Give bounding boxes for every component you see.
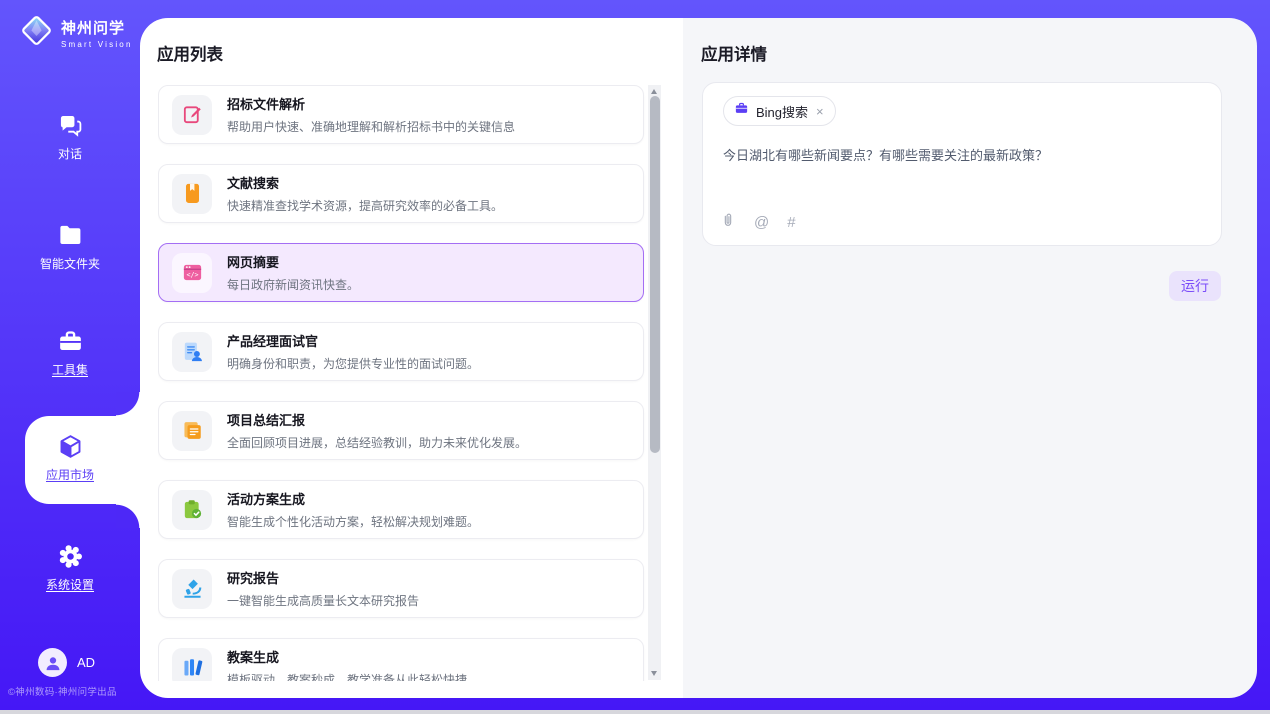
user-badge[interactable]: AD <box>38 648 95 677</box>
sidebar: 神州问学 Smart Vision 对话 智能文件夹 工具集 应用市场 系统设置 <box>0 0 140 710</box>
sidebar-item-label: 工具集 <box>52 361 88 378</box>
app-card-title: 产品经理面试官 <box>227 331 479 350</box>
app-card-description: 全面回顾项目进展，总结经验教训，助力未来优化发展。 <box>227 434 527 451</box>
briefcase-icon <box>734 101 749 121</box>
activity-plan-icon <box>172 490 212 530</box>
main-content: 应用列表 招标文件解析 帮助用户快速、准确地理解和解析招标书中的关键信息 文献搜… <box>140 18 1257 698</box>
app-detail-card: Bing搜索 × 今日湖北有哪些新闻要点？有哪些需要关注的最新政策？ @ # <box>702 82 1222 246</box>
bottom-strip <box>0 710 1270 714</box>
bid-document-icon <box>172 95 212 135</box>
copyright-text: ©神州数码·神州问学出品 <box>8 684 142 698</box>
question-text[interactable]: 今日湖北有哪些新闻要点？有哪些需要关注的最新政策？ <box>723 145 1201 164</box>
app-card-title: 教案生成 <box>227 647 467 666</box>
app-card-description: 明确身份和职责，为您提供专业性的面试问题。 <box>227 355 479 372</box>
tool-chip-bing-search[interactable]: Bing搜索 × <box>723 96 836 126</box>
sidebar-item[interactable]: 对话 <box>0 112 140 162</box>
app-card[interactable]: 项目总结汇报 全面回顾项目进展，总结经验教训，助力未来优化发展。 <box>158 401 644 460</box>
app-list-scrollbar[interactable] <box>648 85 661 680</box>
app-card[interactable]: 教案生成 模板驱动，教案秒成，教学准备从此轻松快捷 <box>158 638 644 681</box>
user-initials: AD <box>77 655 95 670</box>
input-toolbar: @ # <box>720 212 796 233</box>
scroll-down-icon[interactable] <box>651 671 657 676</box>
cube-icon <box>57 433 84 460</box>
sidebar-item[interactable]: 系统设置 <box>0 543 140 593</box>
app-card-description: 帮助用户快速、准确地理解和解析招标书中的关键信息 <box>227 118 515 135</box>
research-report-icon <box>172 569 212 609</box>
app-card[interactable]: 招标文件解析 帮助用户快速、准确地理解和解析招标书中的关键信息 <box>158 85 644 144</box>
close-icon[interactable]: × <box>815 104 825 119</box>
app-list: 招标文件解析 帮助用户快速、准确地理解和解析招标书中的关键信息 文献搜索 快速精… <box>158 85 646 681</box>
toolbox-icon <box>57 328 84 355</box>
app-list-title: 应用列表 <box>157 41 223 65</box>
web-summary-icon: </> <box>172 253 212 293</box>
sidebar-nav: 对话 智能文件夹 工具集 应用市场 系统设置 <box>0 0 140 710</box>
tool-chip-label: Bing搜索 <box>756 102 808 121</box>
app-card-title: 研究报告 <box>227 568 419 587</box>
app-detail-panel: 应用详情 Bing搜索 × 今日湖北有哪些新闻要点？有哪些需要关注的最新政策？ <box>683 18 1257 698</box>
app-card-description: 智能生成个性化活动方案，轻松解决规划难题。 <box>227 513 479 530</box>
app-card[interactable]: 文献搜索 快速精准查找学术资源，提高研究效率的必备工具。 <box>158 164 644 223</box>
app-card-title: 项目总结汇报 <box>227 410 527 429</box>
sidebar-item[interactable]: 智能文件夹 <box>0 222 140 272</box>
interviewer-icon <box>172 332 212 372</box>
svg-text:</>: </> <box>186 271 198 279</box>
folder-icon <box>57 222 84 249</box>
app-card-description: 每日政府新闻资讯快查。 <box>227 276 359 293</box>
sidebar-item-label: 智能文件夹 <box>40 255 100 272</box>
literature-search-icon <box>172 174 212 214</box>
app-card[interactable]: 活动方案生成 智能生成个性化活动方案，轻松解决规划难题。 <box>158 480 644 539</box>
avatar[interactable] <box>38 648 67 677</box>
app-card-title: 招标文件解析 <box>227 94 515 113</box>
app-card-description: 模板驱动，教案秒成，教学准备从此轻松快捷 <box>227 671 467 681</box>
sidebar-item-label: 对话 <box>58 145 82 162</box>
app-card-title: 文献搜索 <box>227 173 503 192</box>
lesson-plan-icon <box>172 648 212 682</box>
sidebar-item[interactable]: 工具集 <box>0 328 140 378</box>
app-background: 神州问学 Smart Vision 对话 智能文件夹 工具集 应用市场 系统设置 <box>0 0 1270 710</box>
scroll-up-icon[interactable] <box>651 89 657 94</box>
app-card[interactable]: 产品经理面试官 明确身份和职责，为您提供专业性的面试问题。 <box>158 322 644 381</box>
project-summary-icon <box>172 411 212 451</box>
sidebar-item[interactable]: 应用市场 <box>0 433 140 483</box>
app-card-title: 网页摘要 <box>227 252 359 271</box>
app-card-title: 活动方案生成 <box>227 489 479 508</box>
app-list-panel: 应用列表 招标文件解析 帮助用户快速、准确地理解和解析招标书中的关键信息 文献搜… <box>140 18 683 698</box>
sidebar-item-label: 应用市场 <box>46 466 94 483</box>
app-card-description: 快速精准查找学术资源，提高研究效率的必备工具。 <box>227 197 503 214</box>
app-card[interactable]: </> 网页摘要 每日政府新闻资讯快查。 <box>158 243 644 302</box>
sidebar-item-label: 系统设置 <box>46 576 94 593</box>
hash-icon[interactable]: # <box>787 214 795 231</box>
app-card-description: 一键智能生成高质量长文本研究报告 <box>227 592 419 609</box>
gear-icon <box>57 543 84 570</box>
mention-icon[interactable]: @ <box>754 214 769 231</box>
app-card[interactable]: 研究报告 一键智能生成高质量长文本研究报告 <box>158 559 644 618</box>
scrollbar-thumb[interactable] <box>650 96 660 453</box>
attachment-icon[interactable] <box>720 212 736 233</box>
run-button[interactable]: 运行 <box>1169 271 1221 301</box>
chat-icon <box>57 112 84 139</box>
person-icon <box>44 654 62 672</box>
app-detail-title: 应用详情 <box>701 41 767 65</box>
